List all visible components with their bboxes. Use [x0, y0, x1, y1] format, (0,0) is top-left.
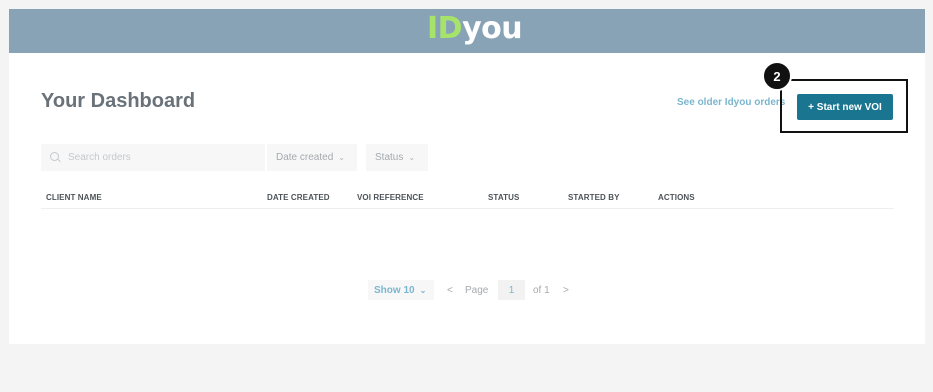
- highlight-box: [780, 79, 908, 133]
- date-created-filter[interactable]: Date created ⌄: [267, 144, 357, 171]
- column-date-created[interactable]: DATE CREATED: [267, 193, 330, 202]
- page-total: of 1: [533, 285, 550, 296]
- page-size-select[interactable]: Show 10 ⌄: [368, 280, 434, 300]
- search-input[interactable]: [68, 152, 248, 163]
- column-client-name[interactable]: CLIENT NAME: [46, 193, 102, 202]
- column-started-by[interactable]: STARTED BY: [568, 193, 620, 202]
- date-created-filter-label: Date created: [276, 152, 334, 163]
- column-status[interactable]: STATUS: [488, 193, 519, 202]
- search-icon: [50, 152, 61, 163]
- page-label: Page: [465, 285, 489, 296]
- top-header: IDyou: [9, 9, 925, 53]
- table-header: CLIENT NAME DATE CREATED VOI REFERENCE S…: [41, 193, 894, 209]
- status-filter-label: Status: [375, 152, 404, 163]
- next-page-button[interactable]: >: [563, 285, 569, 296]
- search-orders-field[interactable]: [41, 144, 265, 171]
- logo-you: you: [462, 11, 523, 46]
- chevron-down-icon: ⌄: [408, 153, 416, 162]
- chevron-down-icon: ⌄: [419, 285, 427, 295]
- page-title: Your Dashboard: [41, 90, 196, 112]
- step-badge: 2: [762, 61, 792, 91]
- page-size-label: Show 10: [374, 284, 415, 296]
- logo-id: ID: [427, 11, 463, 46]
- column-actions[interactable]: ACTIONS: [658, 193, 695, 202]
- status-filter[interactable]: Status ⌄: [366, 144, 428, 171]
- app-frame: IDyou Your Dashboard See older Idyou ord…: [9, 9, 925, 392]
- page-number-input[interactable]: 1: [498, 280, 525, 300]
- older-orders-link[interactable]: See older Idyou orders: [677, 97, 785, 108]
- idyou-logo[interactable]: IDyou: [427, 11, 523, 47]
- chevron-down-icon: ⌄: [338, 153, 345, 162]
- prev-page-button[interactable]: <: [447, 285, 453, 296]
- column-voi-reference[interactable]: VOI REFERENCE: [357, 193, 424, 202]
- dashboard-card: Your Dashboard See older Idyou orders + …: [9, 53, 925, 344]
